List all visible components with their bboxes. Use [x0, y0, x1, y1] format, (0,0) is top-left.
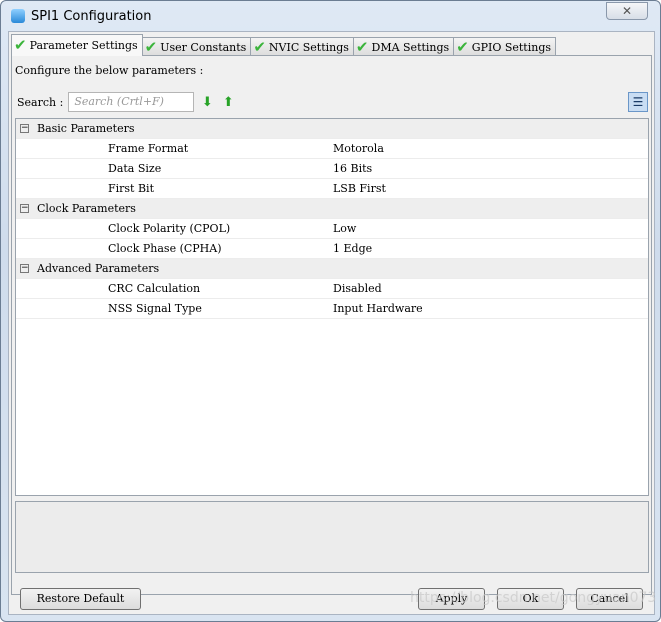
restore-default-button[interactable]: Restore Default — [20, 588, 141, 610]
tab-gpio-settings[interactable]: ✔ GPIO Settings — [453, 37, 557, 56]
close-button[interactable]: ✕ — [606, 2, 648, 20]
collapse-icon[interactable]: − — [20, 204, 29, 213]
tab-dma-settings[interactable]: ✔ DMA Settings — [352, 37, 455, 56]
tab-label: NVIC Settings — [268, 40, 349, 54]
check-icon: ✔ — [14, 36, 27, 54]
parameter-row[interactable]: Data Size 16 Bits — [16, 159, 648, 179]
tab-label: GPIO Settings — [471, 40, 552, 54]
tab-bar: ✔ Parameter Settings ✔ User Constants ✔ NVI… — [11, 34, 557, 56]
parameter-name: NSS Signal Type — [108, 302, 202, 315]
tab-label: Parameter Settings — [29, 39, 138, 52]
parameter-name: Clock Polarity (CPOL) — [108, 222, 231, 235]
parameter-name: Frame Format — [108, 142, 189, 155]
instruction-text: Configure the below parameters : — [15, 64, 204, 77]
group-label: Basic Parameters — [37, 122, 135, 135]
parameter-row[interactable]: CRC Calculation Disabled — [16, 279, 648, 299]
tab-user-constants[interactable]: ✔ User Constants — [141, 37, 252, 56]
parameter-name: Data Size — [108, 162, 162, 175]
cancel-button[interactable]: Cancel — [576, 588, 643, 610]
check-icon: ✔ — [253, 37, 266, 56]
description-pane — [15, 501, 649, 573]
search-input[interactable]: Search (Crtl+F) — [68, 92, 195, 112]
check-icon: ✔ — [144, 37, 158, 56]
group-header[interactable]: − Basic Parameters — [16, 119, 648, 139]
parameter-row[interactable]: NSS Signal Type Input Hardware — [16, 299, 648, 319]
parameter-value[interactable]: 1 Edge — [333, 242, 648, 255]
parameter-value[interactable]: LSB First — [333, 182, 648, 195]
arrow-up-icon[interactable]: ⬆ — [220, 95, 236, 110]
list-view-icon[interactable]: ☰ — [628, 92, 648, 112]
parameter-value[interactable]: Input Hardware — [333, 302, 648, 315]
tab-parameter-settings[interactable]: ✔ Parameter Settings — [11, 34, 143, 56]
title-bar: SPI1 Configuration — [11, 6, 152, 26]
parameter-settings-panel: Configure the below parameters : Search … — [11, 55, 652, 595]
collapse-icon[interactable]: − — [20, 264, 29, 273]
apply-button[interactable]: Apply — [418, 588, 485, 610]
group-header[interactable]: − Clock Parameters — [16, 199, 648, 219]
search-label: Search : — [17, 95, 64, 109]
check-icon: ✔ — [456, 37, 469, 56]
app-cube-icon — [11, 9, 25, 23]
parameter-value[interactable]: Motorola — [333, 142, 648, 155]
parameter-name: CRC Calculation — [108, 282, 201, 295]
parameter-row[interactable]: Clock Polarity (CPOL) Low — [16, 219, 648, 239]
parameter-name: Clock Phase (CPHA) — [108, 242, 222, 255]
group-label: Clock Parameters — [37, 202, 136, 215]
parameter-value[interactable]: Low — [333, 222, 648, 235]
group-label: Advanced Parameters — [37, 262, 160, 275]
window-title: SPI1 Configuration — [31, 8, 152, 24]
group-header[interactable]: − Advanced Parameters — [16, 259, 648, 279]
client-area: ✔ Parameter Settings ✔ User Constants ✔ NVI… — [8, 31, 655, 615]
collapse-icon[interactable]: − — [20, 124, 29, 133]
ok-button[interactable]: Ok — [497, 588, 564, 610]
parameter-name: First Bit — [108, 182, 154, 195]
arrow-down-icon[interactable]: ⬇ — [199, 95, 215, 110]
tab-label: User Constants — [160, 40, 247, 54]
parameter-value[interactable]: Disabled — [333, 282, 648, 295]
parameter-row[interactable]: First Bit LSB First — [16, 179, 648, 199]
search-bar: Search : Search (Crtl+F) ⬇ ⬆ — [17, 92, 236, 112]
dialog-window: SPI1 Configuration ✕ ✔ Parameter Settings… — [0, 0, 661, 622]
parameter-row[interactable]: Clock Phase (CPHA) 1 Edge — [16, 239, 648, 259]
tab-label: DMA Settings — [371, 40, 450, 54]
tab-nvic-settings[interactable]: ✔ NVIC Settings — [250, 37, 354, 56]
check-icon: ✔ — [355, 37, 369, 56]
parameter-value[interactable]: 16 Bits — [333, 162, 648, 175]
parameter-row[interactable]: Frame Format Motorola — [16, 139, 648, 159]
parameter-grid: − Basic Parameters Frame Format Motorola Dat… — [15, 118, 649, 496]
